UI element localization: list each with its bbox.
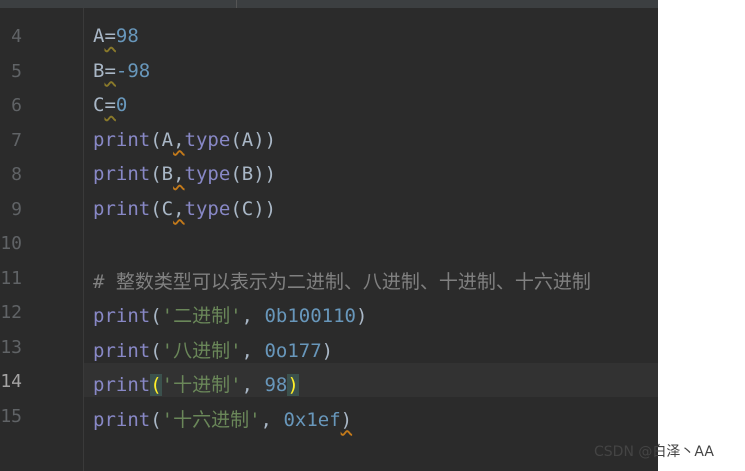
line-number: 7 — [11, 129, 22, 151]
line-number: 13 — [0, 336, 22, 358]
code-token: ) — [321, 339, 334, 362]
code-text: A=98 — [93, 25, 139, 47]
code-token: ) — [355, 305, 368, 327]
code-token: type — [184, 197, 231, 220]
code-text: C=0 — [93, 94, 127, 116]
code-text: B=-98 — [93, 60, 150, 82]
code-token: C — [93, 94, 105, 116]
code-line[interactable]: 12 print('二进制', 0b100110) — [0, 295, 658, 329]
code-token: 0x1ef — [283, 408, 341, 431]
code-line[interactable]: 8 print(B,type(B)) — [0, 157, 658, 191]
line-number: 6 — [11, 95, 22, 116]
line-number: 12 — [0, 302, 22, 323]
line-number: 8 — [11, 164, 22, 185]
code-token: (A)) — [230, 128, 277, 151]
code-line[interactable]: 9 print(C,type(C)) — [0, 192, 658, 226]
code-token: print — [93, 374, 151, 396]
code-token: '二进制' — [161, 305, 242, 327]
code-token: print — [93, 197, 151, 220]
line-number: 10 — [0, 233, 22, 254]
code-token: ( — [150, 305, 162, 327]
code-token: = — [104, 25, 116, 47]
code-token: (B)) — [230, 163, 277, 185]
code-token: = — [104, 59, 116, 82]
code-token: , — [173, 128, 185, 151]
code-text: print(A,type(A)) — [93, 129, 276, 151]
code-token: , — [241, 339, 265, 362]
code-token: print — [93, 163, 151, 185]
code-token: (B — [150, 163, 174, 185]
code-token: (A — [150, 128, 174, 151]
line-number: 15 — [0, 405, 22, 427]
code-token: '八进制' — [161, 339, 242, 362]
code-token: ( — [150, 374, 162, 396]
code-token: , — [260, 408, 284, 431]
code-token: , — [241, 305, 265, 327]
line-number: 14 — [0, 371, 22, 392]
code-token: (C)) — [230, 197, 277, 220]
code-token: 0o177 — [264, 339, 322, 362]
watermark-text: CSDN @白泽丶AA — [594, 444, 714, 460]
code-text: print('十六进制', 0x1ef) — [93, 405, 352, 432]
code-line[interactable]: 4 A=98 — [0, 19, 658, 53]
code-token: 98 — [264, 374, 288, 396]
code-text: print(B,type(B)) — [93, 163, 276, 185]
code-line[interactable]: 10 — [0, 226, 658, 260]
code-token: print — [93, 128, 151, 151]
code-token: , — [241, 374, 265, 396]
code-token: ) — [287, 374, 299, 396]
code-token: , — [173, 197, 185, 220]
code-token: -98 — [115, 59, 151, 82]
line-number: 11 — [0, 267, 22, 289]
code-token: print — [93, 339, 151, 362]
code-token: type — [184, 128, 231, 151]
code-token: A — [93, 25, 105, 47]
code-token: print — [93, 408, 151, 431]
code-line[interactable]: 14 print('十进制', 98) — [0, 364, 658, 398]
code-text: print('八进制', 0o177) — [93, 336, 333, 363]
code-editor[interactable]: 4 A=98 5 B=-98 6 C=0 7 print(A,type(A)) 8 print(B… — [0, 0, 658, 471]
line-number: 9 — [11, 198, 22, 220]
editor-tab-bar — [0, 0, 658, 8]
code-token: print — [93, 305, 151, 327]
right-margin — [658, 0, 745, 440]
code-line[interactable]: 6 C=0 — [0, 88, 658, 122]
line-number: 5 — [11, 60, 22, 82]
code-token: ( — [150, 339, 162, 362]
code-line[interactable]: 13 print('八进制', 0o177) — [0, 330, 658, 364]
code-text: print(C,type(C)) — [93, 198, 276, 220]
code-token: '十六进制' — [161, 408, 261, 431]
code-token: , — [173, 163, 185, 185]
code-token: (C — [150, 197, 174, 220]
code-line[interactable]: 5 B=-98 — [0, 54, 658, 88]
code-token: = — [104, 94, 116, 116]
code-token: 0b100110 — [264, 305, 356, 327]
code-text: # 整数类型可以表示为二进制、八进制、十进制、十六进制 — [93, 267, 591, 294]
code-text: print('十进制', 98) — [93, 370, 299, 397]
code-token: B — [93, 59, 105, 82]
code-token: 98 — [115, 25, 139, 47]
code-line[interactable]: 11 # 整数类型可以表示为二进制、八进制、十进制、十六进制 — [0, 261, 658, 295]
code-line[interactable]: 15 print('十六进制', 0x1ef) — [0, 399, 658, 433]
line-number: 4 — [11, 26, 22, 47]
code-line[interactable]: 7 print(A,type(A)) — [0, 123, 658, 157]
code-token: type — [184, 163, 231, 185]
code-token: ( — [150, 408, 162, 431]
code-text: print('二进制', 0b100110) — [93, 301, 367, 328]
code-token: ) — [340, 408, 353, 431]
code-token: 0 — [115, 94, 128, 116]
code-token: '十进制' — [161, 374, 242, 396]
tab-divider — [236, 0, 237, 8]
code-token: # 整数类型可以表示为二进制、八进制、十进制、十六进制 — [93, 270, 591, 293]
